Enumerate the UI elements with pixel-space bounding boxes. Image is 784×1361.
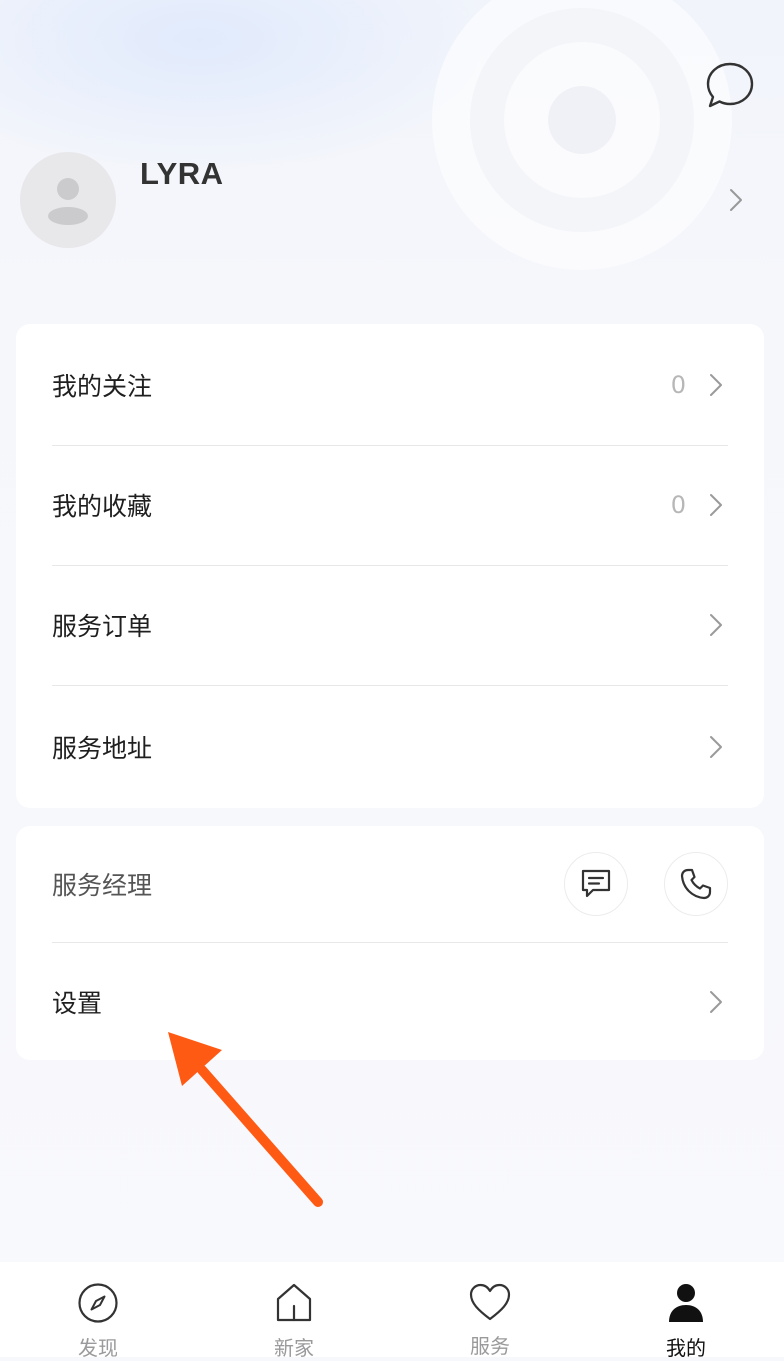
chevron-right-icon (704, 732, 728, 762)
main-menu-card: 我的关注 0 我的收藏 0 服务订单 服务地址 (16, 324, 764, 808)
username[interactable]: LYRA (140, 156, 224, 192)
tab-mine[interactable]: 我的 (588, 1262, 784, 1360)
message-button[interactable] (700, 56, 760, 116)
menu-item-label: 服务地址 (52, 734, 153, 763)
phone-icon (680, 868, 712, 900)
menu-item-label: 服务订单 (52, 612, 153, 641)
chevron-right-icon (704, 490, 728, 520)
tab-new-home[interactable]: 新家 (196, 1262, 392, 1360)
following-count: 0 (670, 370, 686, 399)
tab-discover[interactable]: 发现 (0, 1262, 196, 1360)
home-icon (272, 1282, 316, 1324)
heart-icon (468, 1282, 512, 1322)
menu-item-service-manager: 服务经理 (52, 826, 728, 943)
tab-service[interactable]: 服务 (392, 1262, 588, 1358)
favorites-count: 0 (670, 491, 686, 519)
menu-item-label: 我的收藏 (52, 492, 153, 521)
menu-item-following[interactable]: 我的关注 0 (52, 324, 728, 446)
chat-bubble-icon (706, 62, 754, 108)
manager-call-button[interactable] (664, 852, 728, 916)
tab-label: 服务 (470, 1334, 510, 1358)
default-avatar-icon (48, 178, 88, 225)
chevron-right-icon (704, 987, 728, 1017)
profile-chevron-right-icon[interactable] (722, 186, 750, 214)
bottom-tab-bar: 发现 新家 服务 我的 (0, 1262, 784, 1360)
user-icon (664, 1282, 708, 1324)
message-icon (581, 869, 611, 898)
avatar[interactable] (20, 152, 116, 248)
chevron-right-icon (704, 610, 728, 640)
menu-item-service-address[interactable]: 服务地址 (52, 686, 728, 808)
secondary-menu-card: 服务经理 设置 (16, 826, 764, 1060)
chevron-right-icon (704, 370, 728, 400)
manager-message-button[interactable] (564, 852, 628, 916)
menu-item-label: 我的关注 (52, 371, 153, 401)
menu-item-label: 设置 (52, 988, 103, 1018)
menu-item-label: 服务经理 (52, 871, 153, 900)
compass-icon (76, 1282, 120, 1324)
menu-item-service-orders[interactable]: 服务订单 (52, 565, 728, 686)
profile-header: LYRA (0, 0, 784, 300)
menu-item-settings[interactable]: 设置 (52, 943, 728, 1060)
menu-item-favorites[interactable]: 我的收藏 0 (52, 445, 728, 566)
